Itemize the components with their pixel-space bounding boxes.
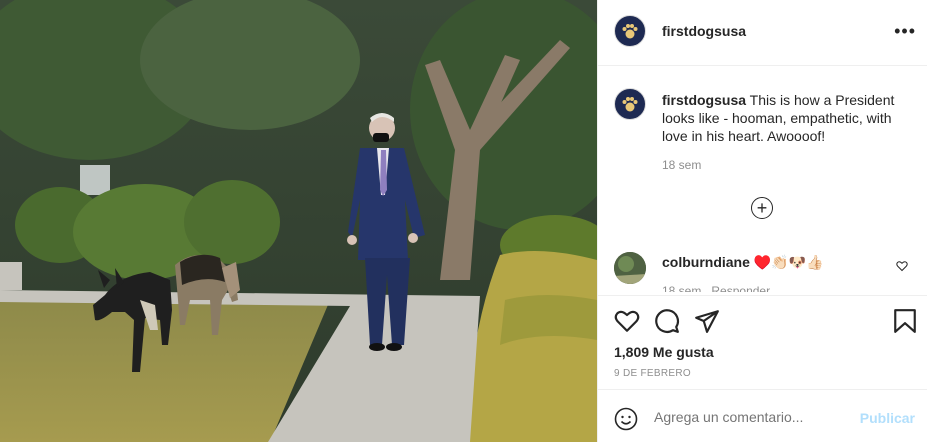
plus-circle-icon[interactable]: + [751,197,773,219]
photo-image [0,0,597,442]
author-username[interactable]: firstdogsusa [662,23,746,39]
bookmark-icon[interactable] [892,308,918,334]
caption-text: firstdogsusa This is how a President loo… [662,91,912,145]
comment-item: colburndiane ♥️👏🏻🐶👍🏻 18 sem Responder [614,252,914,292]
comment-icon[interactable] [654,308,680,334]
more-icon[interactable]: ••• [894,22,916,40]
post-sidebar: firstdogsusa ••• firstdogsusa This is ho… [597,0,927,442]
post-date[interactable]: 9 DE FEBRERO [614,368,691,379]
comment-input[interactable] [654,409,844,425]
emoji-icon[interactable] [614,407,638,431]
paw-icon [622,97,638,112]
paw-icon [622,24,638,39]
publish-button[interactable]: Publicar [860,410,915,426]
caption-time[interactable]: 18 sem [662,158,701,172]
load-more-label: + [756,198,768,218]
post-viewer: firstdogsusa ••• firstdogsusa This is ho… [0,0,927,442]
author-avatar[interactable] [614,15,646,47]
heart-icon[interactable] [614,308,640,334]
add-comment-bar: Publicar [598,389,927,442]
caption-username[interactable]: firstdogsusa [662,92,746,108]
share-icon[interactable] [694,308,720,334]
action-bar: 1,809 Me gusta 9 DE FEBRERO [598,295,927,389]
commenter-username[interactable]: colburndiane [662,254,750,270]
post-photo[interactable] [0,0,597,442]
commenter-avatar[interactable] [614,252,646,284]
commenter-avatar-image [614,252,646,284]
comment-time[interactable]: 18 sem [662,284,701,292]
comment-meta: 18 sem Responder [662,284,770,292]
like-count[interactable]: 1,809 Me gusta [614,344,714,360]
caption-avatar[interactable] [614,88,646,120]
comment-emojis: ♥️👏🏻🐶👍🏻 [753,254,824,270]
post-header: firstdogsusa ••• [598,0,927,66]
comment-text: colburndiane ♥️👏🏻🐶👍🏻 [662,254,824,271]
heart-icon[interactable] [896,260,908,275]
comment-like-heart [896,261,908,272]
comment-reply[interactable]: Responder [711,284,770,292]
